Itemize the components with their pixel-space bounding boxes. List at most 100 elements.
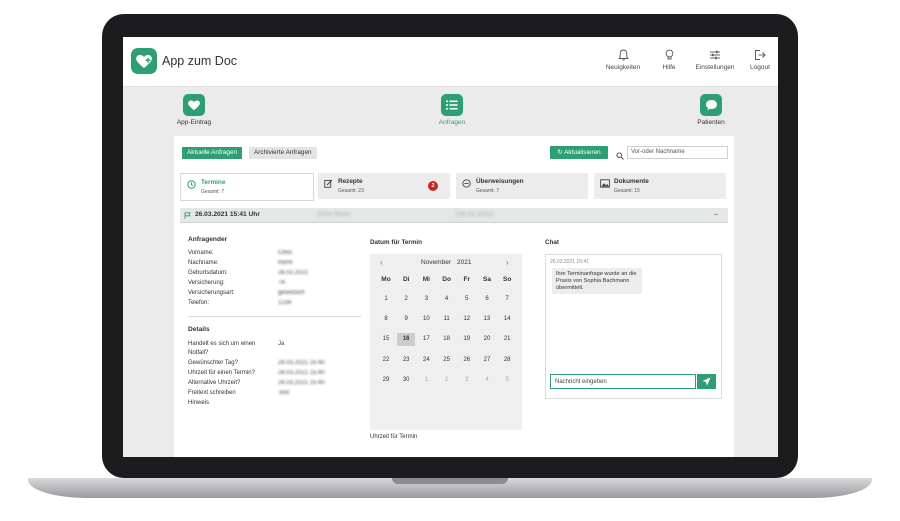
calendar-day[interactable]: 2 bbox=[438, 374, 456, 387]
nav-label: Patienten bbox=[697, 119, 725, 126]
category-title: Dokumente bbox=[614, 178, 649, 185]
chat-timestamp: 26.03.2021 15:41 bbox=[550, 259, 589, 265]
calendar-day[interactable]: 24 bbox=[417, 354, 435, 367]
category-total: Gesamt: 7 bbox=[201, 189, 225, 195]
calendar-day[interactable]: 5 bbox=[498, 374, 516, 387]
logout-icon bbox=[755, 50, 766, 60]
tab-current-requests[interactable]: Aktuelle Anfragen bbox=[182, 147, 243, 159]
list-icon bbox=[441, 94, 463, 116]
app-logo[interactable] bbox=[131, 48, 157, 74]
requester-title: Anfragender bbox=[188, 236, 228, 243]
field-label: Nachname: bbox=[188, 260, 219, 266]
calendar-day[interactable]: 25 bbox=[438, 354, 456, 367]
lightbulb-icon bbox=[665, 49, 673, 60]
calendar-day[interactable]: 15 bbox=[377, 333, 395, 346]
collapse-button[interactable]: – bbox=[714, 208, 718, 222]
category-termine[interactable]: Termine Gesamt: 7 bbox=[180, 173, 314, 201]
calendar-day[interactable]: 18 bbox=[438, 333, 456, 346]
calendar-day[interactable]: 3 bbox=[458, 374, 476, 387]
nav-neuigkeiten[interactable]: Neuigkeiten bbox=[601, 49, 645, 71]
category-total: Gesamt: 23 bbox=[338, 188, 364, 194]
field-value: 26.03.2021 15:40 bbox=[278, 370, 325, 376]
chat-message-input[interactable]: Nachricht eingeben bbox=[550, 374, 696, 389]
field-value: Remf bbox=[278, 260, 293, 266]
category-total: Gesamt: 7 bbox=[476, 188, 500, 194]
calendar-day[interactable]: 21 bbox=[498, 333, 516, 346]
field-label: Hinweis bbox=[188, 400, 210, 406]
image-icon bbox=[600, 179, 610, 188]
calendar-day[interactable]: 10 bbox=[417, 313, 435, 326]
field-label: Notfall? bbox=[188, 350, 209, 356]
calendar-day[interactable]: 26 bbox=[458, 354, 476, 367]
nav-patienten[interactable]: Patienten bbox=[676, 94, 746, 126]
nav-label: Hilfe bbox=[662, 64, 676, 71]
calendar-day[interactable]: 1 bbox=[377, 293, 395, 306]
field-label: Versicherung: bbox=[188, 280, 225, 286]
calendar-day[interactable]: 2 bbox=[397, 293, 415, 306]
category-title: Termine bbox=[201, 179, 226, 186]
calendar-day[interactable]: 5 bbox=[458, 293, 476, 306]
calendar-day[interactable]: 14 bbox=[498, 313, 516, 326]
search-icon bbox=[616, 147, 624, 165]
calendar-day[interactable]: 13 bbox=[478, 313, 496, 326]
calendar-day[interactable]: 23 bbox=[397, 354, 415, 367]
nav-logout[interactable]: Logout bbox=[738, 49, 778, 71]
calendar-day[interactable]: 9 bbox=[397, 313, 415, 326]
calendar-day[interactable]: 4 bbox=[438, 293, 456, 306]
nav-einstellungen[interactable]: Einstellungen bbox=[693, 49, 737, 71]
weekday-label: Mo bbox=[381, 276, 391, 283]
calendar-day[interactable]: 7 bbox=[498, 293, 516, 306]
nav-app-eintrag[interactable]: App-Eintrag bbox=[159, 94, 229, 126]
send-button[interactable] bbox=[697, 374, 716, 389]
calendar-day[interactable]: 17 bbox=[417, 333, 435, 346]
field-value: gesetzlich bbox=[278, 290, 305, 296]
calendar-day[interactable]: 3 bbox=[417, 293, 435, 306]
nav-anfragen[interactable]: Anfragen bbox=[417, 94, 487, 126]
refresh-button[interactable]: ↻ Aktualisieren bbox=[550, 146, 608, 159]
tab-archived-requests[interactable]: Archivierte Anfragen bbox=[249, 147, 317, 159]
nav-hilfe[interactable]: Hilfe bbox=[647, 49, 691, 71]
field-label: Uhrzeit für einen Termin? bbox=[188, 370, 255, 376]
field-label: Handelt es sich um einen bbox=[188, 341, 256, 347]
calendar-day[interactable]: 11 bbox=[438, 313, 456, 326]
calendar-day[interactable]: 28 bbox=[498, 354, 516, 367]
nav-label: App-Eintrag bbox=[176, 119, 212, 126]
category-ueberweisungen[interactable]: Überweisungen Gesamt: 7 bbox=[456, 173, 588, 199]
calendar-day[interactable]: 1 bbox=[417, 374, 435, 387]
category-dokumente[interactable]: Dokumente Gesamt: 15 bbox=[594, 173, 726, 199]
next-month-button[interactable]: › bbox=[506, 258, 509, 267]
weekday-label: Do bbox=[442, 276, 451, 283]
calendar-day[interactable]: 12 bbox=[458, 313, 476, 326]
send-icon bbox=[702, 377, 711, 386]
calendar-day[interactable]: 29 bbox=[377, 374, 395, 387]
calendar-day[interactable]: 22 bbox=[377, 354, 395, 367]
category-title: Rezepte bbox=[338, 178, 363, 185]
unread-badge: 2 bbox=[428, 181, 438, 191]
calendar-day[interactable]: 4 bbox=[478, 374, 496, 387]
calendar-day-selected[interactable]: 16 bbox=[397, 333, 416, 347]
field-value: 26.03.2021 bbox=[278, 270, 309, 276]
prev-month-button[interactable]: ‹ bbox=[380, 258, 383, 267]
calendar-day[interactable]: 27 bbox=[478, 354, 496, 367]
field-label: Telefon: bbox=[188, 300, 210, 306]
weekday-label: Fr bbox=[463, 276, 471, 283]
heart-plus-icon bbox=[183, 94, 205, 116]
calendar-month[interactable]: November bbox=[421, 259, 451, 266]
field-label: Vorname: bbox=[188, 250, 214, 256]
field-value: Chris bbox=[278, 250, 293, 256]
calendar-day[interactable]: 20 bbox=[478, 333, 496, 346]
heart-plus-icon bbox=[136, 54, 152, 68]
nav-label: Neuigkeiten bbox=[605, 64, 641, 71]
search-input[interactable]: Vor-oder Nachname bbox=[627, 146, 728, 159]
calendar-day[interactable]: 30 bbox=[397, 374, 415, 387]
bell-icon bbox=[617, 49, 629, 61]
weekday-label: Sa bbox=[483, 276, 491, 283]
field-label: Gewünschter Tag? bbox=[188, 360, 238, 366]
calendar-day[interactable]: 8 bbox=[377, 313, 395, 326]
time-label: Uhrzeit für Termin bbox=[370, 434, 418, 440]
category-rezepte[interactable]: Rezepte Gesamt: 23 2 bbox=[318, 173, 450, 199]
calendar-year[interactable]: 2021 bbox=[457, 259, 471, 266]
request-header[interactable]: 26.03.2021 15:41 Uhr Chris Remf (26.03.2… bbox=[180, 208, 728, 223]
calendar-day[interactable]: 6 bbox=[478, 293, 496, 306]
calendar-day[interactable]: 19 bbox=[458, 333, 476, 346]
